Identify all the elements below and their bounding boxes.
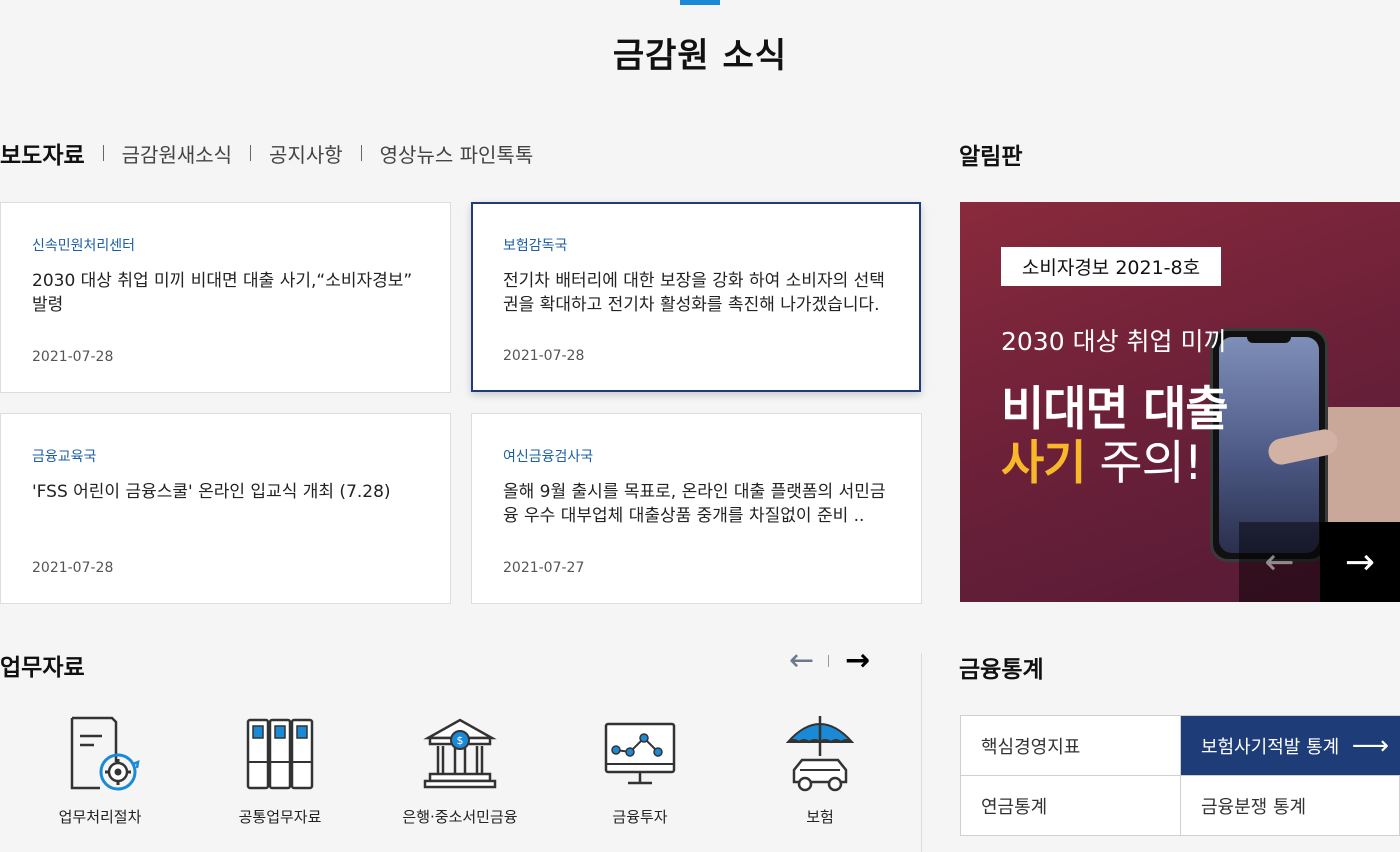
work-item-investment[interactable]: 금융투자 <box>560 712 720 827</box>
stat-disputes[interactable]: 금융분쟁 통계 <box>1181 776 1400 836</box>
tab-notices[interactable]: 공지사항 <box>269 139 343 168</box>
banner-highlight-text: 사기 <box>1001 436 1086 491</box>
nav-divider <box>828 655 830 667</box>
work-item-common[interactable]: 공통업무자료 <box>200 712 360 827</box>
stat-pension[interactable]: 연금통계 <box>961 776 1181 836</box>
stat-label: 연금통계 <box>981 797 1048 818</box>
top-accent-bar <box>680 0 720 5</box>
bank-icon: $ <box>423 718 497 789</box>
work-prev-arrow-icon[interactable]: ← <box>789 646 814 676</box>
work-item-label: 공통업무자료 <box>238 808 322 826</box>
stat-label: 금융분쟁 통계 <box>1201 797 1307 818</box>
news-card[interactable]: 여신금융검사국 올해 9월 출시를 목표로, 온라인 대출 플랫폼의 서민금융 … <box>471 413 922 604</box>
news-card[interactable]: 신속민원처리센터 2030 대상 취업 미끼 비대면 대출 사기,“소비자경보”… <box>0 202 451 393</box>
news-card-category: 신속민원처리센터 <box>32 238 136 254</box>
banner-next-button[interactable]: → <box>1320 522 1400 602</box>
svg-text:$: $ <box>457 734 464 747</box>
tab-divider <box>360 145 362 161</box>
work-item-banking[interactable]: $ 은행·중소서민금융 <box>380 712 540 827</box>
banner-warning-text: 주의! <box>1085 436 1202 491</box>
news-card-category: 보험감독국 <box>503 238 568 254</box>
news-card-title: 올해 9월 출시를 목표로, 온라인 대출 플랫폼의 서민금융 우수 대부업체 … <box>503 482 886 526</box>
work-item-label: 보험 <box>806 808 834 826</box>
news-card-selected[interactable]: 보험감독국 전기차 배터리에 대한 보장을 강화 하여 소비자의 선택권을 확대… <box>471 202 921 392</box>
umbrella-car-icon <box>785 716 855 792</box>
stat-label: 핵심경영지표 <box>981 736 1081 758</box>
work-item-label: 금융투자 <box>612 808 668 826</box>
news-card-date: 2021-07-28 <box>32 560 114 576</box>
work-item-insurance[interactable]: 보험 <box>740 712 900 827</box>
work-materials-nav: ← → <box>789 646 870 676</box>
notice-banner[interactable]: 소비자경보 2021-8호 2030 대상 취업 미끼 비대면 대출 사기 주의… <box>960 202 1400 602</box>
phone-notch <box>1247 335 1291 343</box>
notice-board-title: 알림판 <box>959 144 1023 170</box>
banner-headline-warning: 사기 주의! <box>1001 424 1203 493</box>
news-tabs: 보도자료 금감원새소식 공지사항 영상뉴스 파인톡톡 <box>0 136 533 170</box>
tab-divider <box>250 145 252 161</box>
news-card-date: 2021-07-28 <box>503 348 585 364</box>
arrow-right-icon: ⟶ <box>1351 730 1389 761</box>
stat-insurance-fraud[interactable]: 보험사기적발 통계 ⟶ <box>1181 716 1400 776</box>
tab-video-news[interactable]: 영상뉴스 파인톡톡 <box>380 139 534 168</box>
banner-subtitle: 2030 대상 취업 미끼 <box>1001 327 1227 356</box>
tab-fss-news[interactable]: 금감원새소식 <box>122 139 232 168</box>
work-materials-title: 업무자료 <box>0 655 85 681</box>
work-next-arrow-icon[interactable]: → <box>845 646 870 676</box>
work-item-label: 은행·중소서민금융 <box>402 808 518 826</box>
news-card-date: 2021-07-28 <box>32 349 114 365</box>
news-card-title: 2030 대상 취업 미끼 비대면 대출 사기,“소비자경보” 발령 <box>32 271 413 315</box>
work-item-label: 업무처리절차 <box>58 808 142 826</box>
section-divider <box>921 653 922 852</box>
work-item-procedures[interactable]: 업무처리절차 <box>20 712 180 827</box>
banner-prev-button[interactable]: ← <box>1239 522 1320 602</box>
news-card-category: 여신금융검사국 <box>503 449 594 465</box>
news-card-title: 'FSS 어린이 금융스쿨' 온라인 입교식 개최 (7.28) <box>32 482 391 502</box>
banner-badge: 소비자경보 2021-8호 <box>1001 247 1221 286</box>
document-gear-icon <box>70 716 140 791</box>
news-card-date: 2021-07-27 <box>503 560 585 576</box>
tab-press-release[interactable]: 보도자료 <box>0 136 85 170</box>
stat-label: 보험사기적발 통계 <box>1201 736 1340 758</box>
financial-stats-grid: 핵심경영지표 보험사기적발 통계 ⟶ 연금통계 금융분쟁 통계 <box>960 715 1400 836</box>
news-card-title: 전기차 배터리에 대한 보장을 강화 하여 소비자의 선택권을 확대하고 전기차… <box>503 271 885 315</box>
news-card-category: 금융교육국 <box>32 449 97 465</box>
financial-stats-title: 금융통계 <box>959 657 1044 683</box>
page-title: 금감원 소식 <box>612 36 788 76</box>
news-card[interactable]: 금융교육국 'FSS 어린이 금융스쿨' 온라인 입교식 개최 (7.28) 2… <box>0 413 451 604</box>
tab-divider <box>102 145 104 161</box>
monitor-chart-icon <box>604 722 676 785</box>
binders-icon <box>246 718 314 790</box>
stat-key-indicators[interactable]: 핵심경영지표 <box>961 716 1181 776</box>
